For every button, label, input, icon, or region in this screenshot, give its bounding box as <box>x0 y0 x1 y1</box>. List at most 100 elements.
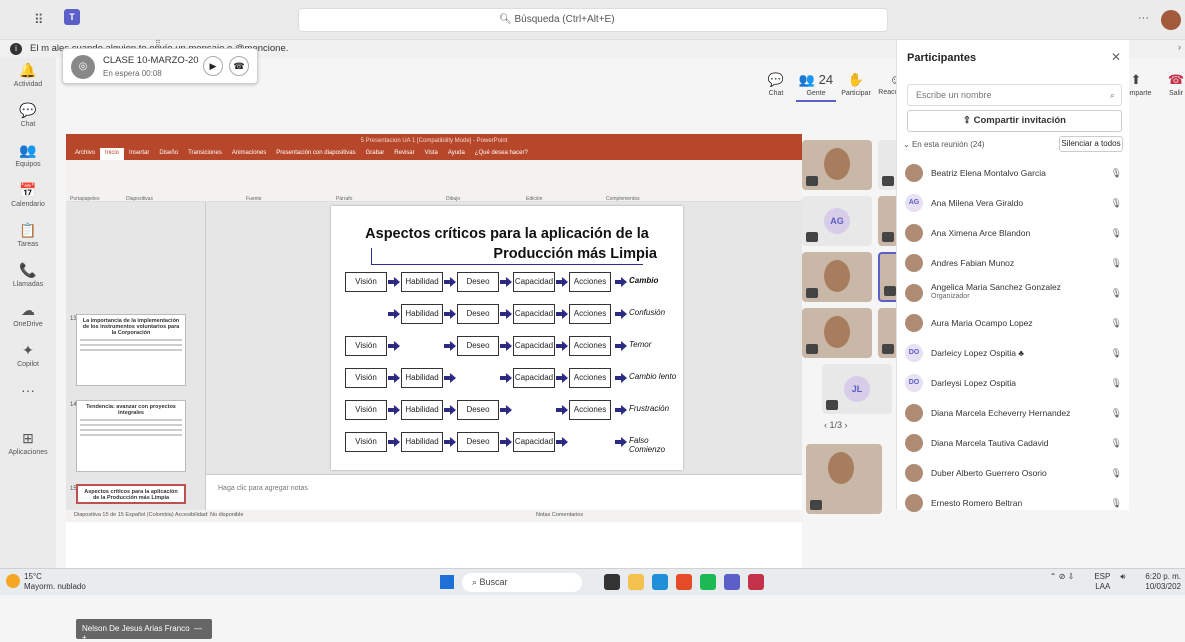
toolbar-icon: ✋ <box>847 72 865 87</box>
rail-item-tareas[interactable]: 📋 Tareas <box>0 218 56 258</box>
mic-off-icon[interactable]: 🎙︎ <box>1111 198 1122 209</box>
video-tile[interactable] <box>802 252 872 302</box>
toolbar-chat-button[interactable]: 💬 Chat <box>756 72 796 102</box>
participant-row[interactable]: Duber Alberto Guerrero Osorio 🎙︎ <box>897 458 1130 488</box>
mic-off-icon[interactable]: 🎙︎ <box>1111 348 1122 359</box>
title-bar: ⠿ T 🔍︎ Búsqueda (Ctrl+Alt+E) ··· <box>0 0 1185 40</box>
mic-off-icon[interactable]: 🎙︎ <box>1111 258 1122 269</box>
mic-off-icon[interactable]: 🎙︎ <box>1111 168 1122 179</box>
mic-off-icon[interactable]: 🎙︎ <box>1111 468 1122 479</box>
toolbar-gente-button[interactable]: 👥 24 Gente <box>796 72 836 102</box>
mic-off-icon[interactable]: 🎙︎ <box>1111 228 1122 239</box>
arrow-icon <box>500 341 512 351</box>
app-launcher-icon[interactable]: ⠿ <box>34 12 44 28</box>
rail-item-actividad[interactable]: 🔔 Actividad <box>0 58 56 98</box>
ribbon-tab[interactable]: Diseño <box>154 148 183 160</box>
file-explorer-icon[interactable] <box>628 574 644 590</box>
rail-item-chat[interactable]: 💬 Chat <box>0 98 56 138</box>
participant-list: Beatriz Elena Montalvo Garcia 🎙︎ AG Ana Mil… <box>897 158 1130 518</box>
ribbon-tab[interactable]: Insertar <box>124 148 154 160</box>
mic-off-icon[interactable]: 🎙︎ <box>1111 378 1122 389</box>
toolbar-participar-button[interactable]: ✋ Participar <box>836 72 876 102</box>
drag-handle-icon[interactable]: ⠿ <box>155 39 161 48</box>
mute-all-button[interactable]: Silenciar a todos <box>1059 136 1123 152</box>
search-input[interactable]: 🔍︎ Búsqueda (Ctrl+Alt+E) <box>298 8 888 32</box>
video-tile[interactable] <box>806 444 882 514</box>
mic-off-icon[interactable]: 🎙︎ <box>1111 408 1122 419</box>
volume-icon[interactable]: 🔊︎ <box>1120 572 1125 592</box>
ribbon-tab[interactable]: Archivo <box>70 148 100 160</box>
clock[interactable]: 6:20 p. m. 10/03/202 <box>1135 572 1181 592</box>
call-popup[interactable]: ⠿ ◎ CLASE 10-MARZO-202( En espera 00:08 … <box>62 39 258 84</box>
gallery-pager[interactable]: ‹ 1/3 › <box>824 420 848 430</box>
ribbon-tab[interactable]: Vista <box>420 148 443 160</box>
powerpoint-status-bar: Diapositiva 15 de 15 Español (Colombia) … <box>66 510 802 522</box>
video-tile[interactable]: JL <box>822 364 892 414</box>
mic-off-icon[interactable]: 🎙︎ <box>1111 498 1122 509</box>
banner-close-icon[interactable]: › <box>1178 42 1181 53</box>
rail-item-llamadas[interactable]: 📞 Llamadas <box>0 258 56 298</box>
hangup-button[interactable]: ☎ <box>229 56 249 76</box>
rail-item-onedrive[interactable]: ☁ OneDrive <box>0 298 56 338</box>
ribbon-tab[interactable]: ¿Qué desea hacer? <box>470 148 533 160</box>
diagram-box: Visión <box>345 432 387 452</box>
thumbnail-13[interactable]: La importancia de la implementación de l… <box>76 314 186 386</box>
participant-row[interactable]: Diana Marcela Tautiva Cadavid 🎙︎ <box>897 428 1130 458</box>
participant-row[interactable]: Beatriz Elena Montalvo Garcia 🎙︎ <box>897 158 1130 188</box>
toolbar-label: Gente <box>806 90 826 97</box>
rail-item-more[interactable]: ··· <box>0 378 56 418</box>
meeting-count-toggle[interactable]: ⌄ En esta reunión (24) <box>903 140 984 149</box>
rail-item-aplicaciones[interactable]: ⊞ Aplicaciones <box>0 426 56 466</box>
participant-row[interactable]: Andres Fabian Munoz 🎙︎ <box>897 248 1130 278</box>
ribbon-tab[interactable]: Ayuda <box>443 148 470 160</box>
pdf-icon[interactable] <box>748 574 764 590</box>
ribbon-tab[interactable]: Transiciones <box>183 148 227 160</box>
ribbon-tab[interactable]: Animaciones <box>227 148 271 160</box>
taskbar-search[interactable]: ⌕ Buscar <box>462 573 582 592</box>
title-bracket <box>371 248 372 264</box>
mic-off-icon[interactable]: 🎙︎ <box>1111 438 1122 449</box>
close-icon[interactable]: ✕ <box>1111 50 1121 64</box>
video-tile[interactable] <box>802 308 872 358</box>
rail-item-equipos[interactable]: 👥 Equipos <box>0 138 56 178</box>
more-options-icon[interactable]: ··· <box>1138 12 1149 24</box>
participant-row[interactable]: DO Darleicy Lopez Ospitia ♣ 🎙︎ <box>897 338 1130 368</box>
rail-item-calendario[interactable]: 📅 Calendario <box>0 178 56 218</box>
ribbon-tab[interactable]: Presentación con diapositivas <box>271 148 360 160</box>
ribbon-tab[interactable]: Inicio <box>100 148 125 160</box>
chrome-icon[interactable] <box>676 574 692 590</box>
participant-search-input[interactable]: Escribe un nombre ⌕ <box>907 84 1122 106</box>
participant-row[interactable]: Ernesto Romero Beltran 🎙︎ <box>897 488 1130 518</box>
ribbon-tab[interactable]: Revisar <box>389 148 419 160</box>
edge-icon[interactable] <box>652 574 668 590</box>
mic-off-icon[interactable]: 🎙︎ <box>1111 318 1122 329</box>
toolbar-salir-button[interactable]: ☎ Salir <box>1156 72 1185 102</box>
ribbon-tab[interactable]: Grabar <box>361 148 390 160</box>
diagram-box: Deseo <box>457 432 499 452</box>
profile-avatar[interactable] <box>1161 10 1181 30</box>
weather-widget[interactable]: 15°C Mayorm. nublado <box>6 572 86 592</box>
mic-off-icon[interactable]: 🎙︎ <box>1111 288 1122 299</box>
call-avatar: ◎ <box>71 55 95 79</box>
teams-taskbar-icon[interactable] <box>724 574 740 590</box>
windows-start-icon[interactable] <box>440 575 454 589</box>
video-tile[interactable]: AG <box>802 196 872 246</box>
share-invite-button[interactable]: ⇪ Compartir invitación <box>907 110 1122 132</box>
task-view-icon[interactable] <box>604 574 620 590</box>
tray-icons[interactable]: ⌃ ⊘ ⇩ <box>1050 572 1075 592</box>
participant-row[interactable]: Aura Maria Ocampo Lopez 🎙︎ <box>897 308 1130 338</box>
participant-row[interactable]: AG Ana Milena Vera Giraldo 🎙︎ <box>897 188 1130 218</box>
slide-thumbnails: 13 La importancia de la implementación d… <box>66 202 206 510</box>
spotify-icon[interactable] <box>700 574 716 590</box>
rail-item-copilot[interactable]: ✦ Copilot <box>0 338 56 378</box>
participant-row[interactable]: Angelica Maria Sanchez Gonzalez Organizad… <box>897 278 1130 308</box>
thumbnail-14[interactable]: Tendencia: avanzar con proyectos integra… <box>76 400 186 472</box>
toolbar-label: Chat <box>768 90 784 97</box>
participant-row[interactable]: Ana Ximena Arce Blandon 🎙︎ <box>897 218 1130 248</box>
participant-row[interactable]: DO Darleysi Lopez Ospitia 🎙︎ <box>897 368 1130 398</box>
thumbnail-15[interactable]: Aspectos críticos para la aplicación de … <box>76 484 186 504</box>
notes-pane[interactable]: Haga clic para agregar notas <box>206 474 802 502</box>
video-tile[interactable] <box>802 140 872 190</box>
participant-row[interactable]: Diana Marcela Echeverry Hernandez 🎙︎ <box>897 398 1130 428</box>
resume-call-button[interactable]: ▶ <box>203 56 223 76</box>
